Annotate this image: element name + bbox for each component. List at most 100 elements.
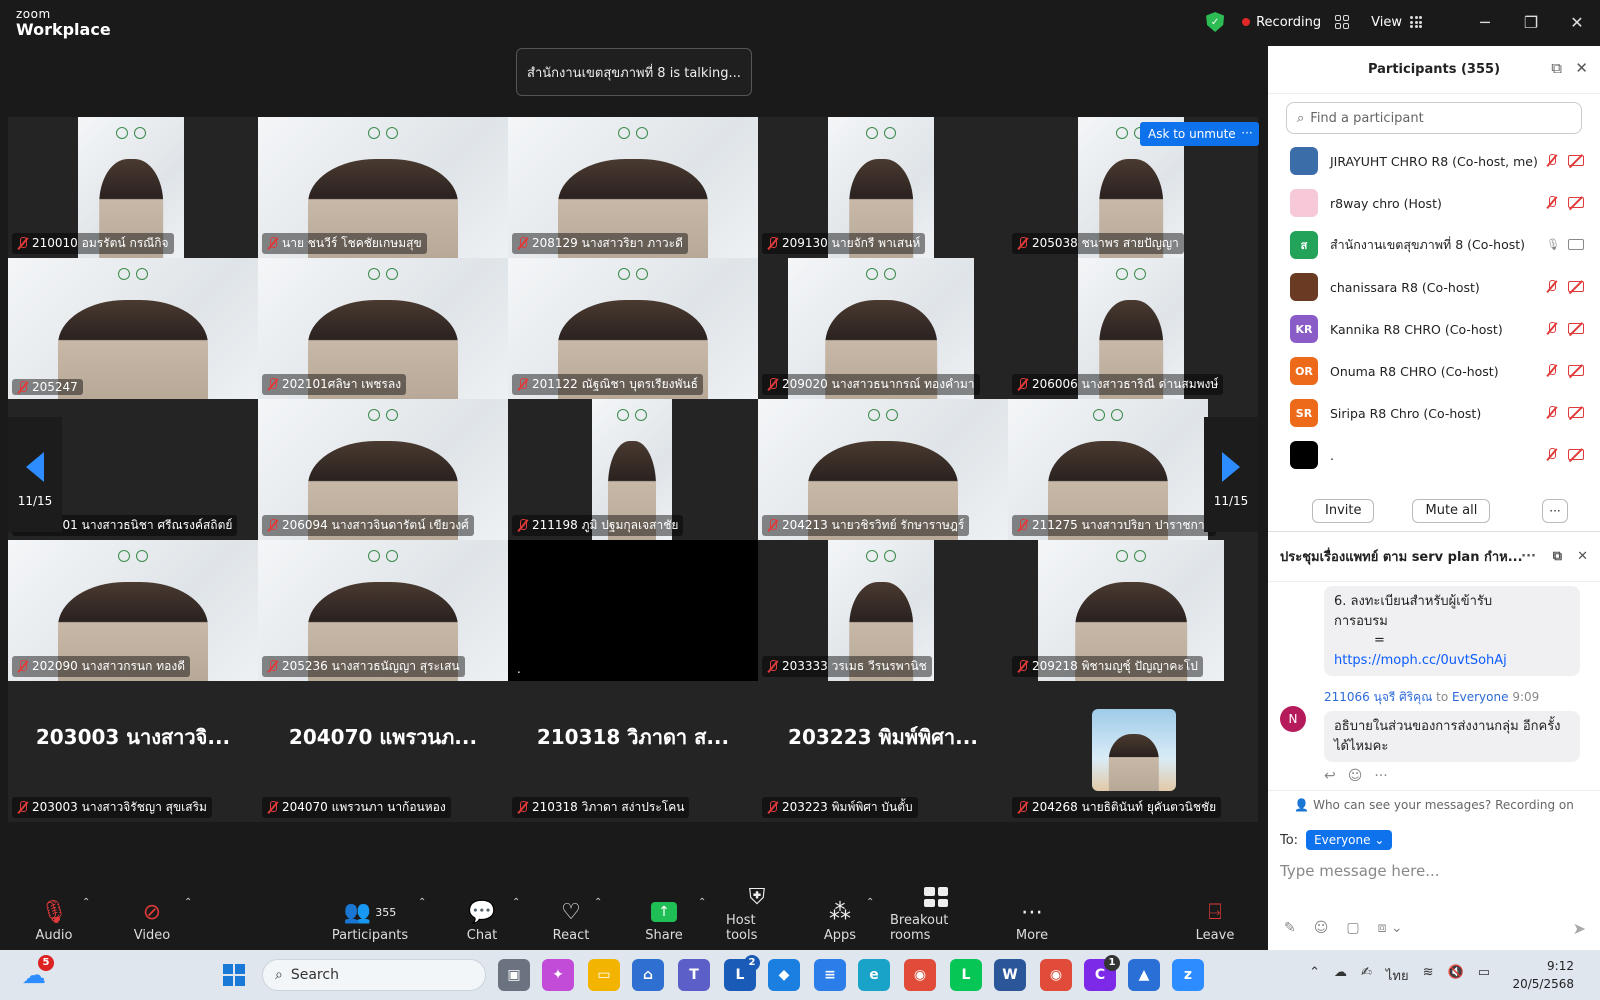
chrome-icon[interactable]: ◉: [904, 959, 936, 991]
camera-off-icon[interactable]: [1568, 449, 1584, 460]
recording-label[interactable]: Recording: [1256, 15, 1321, 30]
chrome-profile-icon[interactable]: ◉: [1040, 959, 1072, 991]
volume-icon[interactable]: 🔇: [1448, 965, 1464, 986]
video-tile[interactable]: 209020 นางสาวธนากรณ์ ทองคำมา: [758, 258, 1008, 399]
registration-link[interactable]: https://moph.cc/0uvtSohAj: [1334, 653, 1507, 668]
battery-icon[interactable]: ▭: [1478, 965, 1490, 986]
camera-on-icon[interactable]: [1568, 239, 1584, 250]
video-tile[interactable]: 209218 พิชามญชุ์ ปัญญาคะโป: [1008, 540, 1258, 681]
mic-muted-icon[interactable]: [1546, 154, 1560, 168]
sender-name[interactable]: 211066 นุจรี ศิริคุณ: [1324, 690, 1432, 704]
close-panel-icon[interactable]: ✕: [1575, 59, 1588, 77]
chat-popout-icon[interactable]: ⧉: [1553, 549, 1562, 564]
message-input[interactable]: Type message here...: [1268, 862, 1600, 902]
view-button[interactable]: View: [1371, 15, 1402, 30]
participants-button[interactable]: 👥 355 Participants: [330, 887, 410, 947]
message-more-icon[interactable]: ···: [1374, 768, 1387, 784]
participant-search-input[interactable]: ⌕ Find a participant: [1286, 102, 1582, 134]
close-window-icon[interactable]: ✕: [1554, 0, 1600, 44]
video-button[interactable]: ⊘ Video: [132, 887, 172, 947]
mic-muted-icon[interactable]: [1546, 406, 1560, 420]
participant-row[interactable]: OR Onuma R8 CHRO (Co-host): [1268, 350, 1600, 392]
ask-to-unmute-button[interactable]: Ask to unmute: [1140, 122, 1244, 146]
camera-off-icon[interactable]: [1568, 407, 1584, 418]
photos-icon[interactable]: ▲: [1128, 959, 1160, 991]
react-caret-icon[interactable]: ⌃: [594, 897, 602, 908]
apps-button[interactable]: ⁂ Apps: [822, 887, 858, 947]
camera-off-icon[interactable]: [1568, 155, 1584, 166]
cloud-off-icon[interactable]: ☁: [1334, 965, 1347, 986]
video-tile[interactable]: 206006 นางสาวธาริณี ด่านสมพงษ์: [1008, 258, 1258, 399]
audio-button[interactable]: 🎙 Audio: [34, 887, 74, 947]
participant-row[interactable]: JIRAYUHT CHRO R8 (Co-host, me): [1268, 140, 1600, 182]
participants-more-icon[interactable]: ···: [1542, 498, 1568, 523]
more-button[interactable]: ⋯ More: [1014, 887, 1050, 947]
participant-row[interactable]: .: [1268, 434, 1600, 476]
video-tile[interactable]: 209130 นายจักรี พาเสนห์: [758, 117, 1008, 258]
video-tile[interactable]: 202101ศลิษา เพชรลง: [258, 258, 508, 399]
video-tile[interactable]: 203333 วรเมธ วีรนรพานิช: [758, 540, 1008, 681]
chat-close-icon[interactable]: ✕: [1577, 549, 1588, 564]
video-tile[interactable]: 203223 พิมพ์พิศา... 203223 พิมพ์พิศา บันต…: [758, 681, 1008, 822]
participant-row[interactable]: KR Kannika R8 CHRO (Co-host): [1268, 308, 1600, 350]
emoji-icon[interactable]: ☺: [1314, 920, 1329, 936]
encryption-shield-icon[interactable]: ✓: [1206, 12, 1225, 32]
react-button[interactable]: ♡ React: [550, 887, 592, 947]
video-tile[interactable]: 204268 นายธิตินันท์ ยุคันตวนิชชัย: [1008, 681, 1258, 822]
tile-more-icon[interactable]: ···: [1235, 122, 1259, 146]
video-tile[interactable]: 206094 นางสาวจินดารัตน์ เขียวงศ์: [258, 399, 508, 540]
camera-off-icon[interactable]: [1568, 197, 1584, 208]
apps-caret-icon[interactable]: ⌃: [866, 897, 874, 908]
video-tile[interactable]: 204070 แพรวนภ... 204070 แพรวนภา นาก้อนหอง: [258, 681, 508, 822]
video-tile[interactable]: 205236 นางสาวธนัญญา สุระเสน: [258, 540, 508, 681]
video-tile[interactable]: 203003 นางสาวจิ... 203003 นางสาวจิรัชญา ส…: [8, 681, 258, 822]
canva-icon[interactable]: C1: [1084, 955, 1120, 991]
mic-on-icon[interactable]: 🎙: [1546, 238, 1560, 252]
restore-icon[interactable]: ❐: [1508, 0, 1554, 44]
taskbar-search[interactable]: ⌕ Search: [262, 959, 486, 991]
pen-icon[interactable]: ✍: [1361, 965, 1372, 986]
host-tools-button[interactable]: ⛨ Host tools: [726, 885, 788, 947]
file-icon[interactable]: ▢: [1346, 920, 1359, 936]
mic-muted-icon[interactable]: [1546, 322, 1560, 336]
mic-muted-icon[interactable]: [1546, 364, 1560, 378]
video-tile[interactable]: 208129 นางสาวริยา ภาวะดี: [508, 117, 758, 258]
start-icon[interactable]: [218, 959, 250, 991]
video-tile[interactable]: 210318 วิภาดา ส... 210318 วิภาดา สง่าประโ…: [508, 681, 758, 822]
participant-row[interactable]: chanissara R8 (Co-host): [1268, 266, 1600, 308]
mute-all-button[interactable]: Mute all: [1412, 498, 1491, 523]
share-caret-icon[interactable]: ⌃: [698, 897, 706, 908]
mic-muted-icon[interactable]: [1546, 196, 1560, 210]
view-grid-icon[interactable]: [1410, 16, 1422, 28]
visibility-notice[interactable]: 👤 Who can see your messages? Recording o…: [1268, 790, 1600, 818]
leave-button[interactable]: ⍈ Leave: [1196, 887, 1235, 947]
mic-muted-icon[interactable]: [1546, 280, 1560, 294]
camera-off-icon[interactable]: [1568, 365, 1584, 376]
file-explorer-icon[interactable]: ▭: [588, 959, 620, 991]
camera-off-icon[interactable]: [1568, 323, 1584, 334]
task-view-icon[interactable]: ▣: [498, 959, 530, 991]
store-icon[interactable]: ⌂: [632, 959, 664, 991]
chat-more-icon[interactable]: ···: [1521, 549, 1536, 564]
share-button[interactable]: ↑ Share: [644, 887, 684, 947]
video-tile[interactable]: 205247: [8, 258, 258, 399]
send-icon[interactable]: ➤: [1573, 919, 1586, 938]
video-tile[interactable]: 211198 ภูมิ ปฐมกุลเจสาชัย: [508, 399, 758, 540]
edge-icon[interactable]: e: [858, 959, 890, 991]
chat-button[interactable]: 💬 Chat: [462, 887, 502, 947]
recipient-select[interactable]: Everyone ⌄: [1306, 830, 1393, 850]
notepad-icon[interactable]: ≡: [814, 959, 846, 991]
video-tile[interactable]: 201122 ณัฐณิชา บุตรเรียงพันธ์: [508, 258, 758, 399]
participants-caret-icon[interactable]: ⌃: [418, 897, 426, 908]
emoji-react-icon[interactable]: ☺: [1348, 768, 1363, 784]
word-icon[interactable]: W: [994, 959, 1026, 991]
video-tile[interactable]: 202090 นางสาวกรนก ทองดี: [8, 540, 258, 681]
audio-caret-icon[interactable]: ⌃: [82, 897, 90, 908]
language-indicator[interactable]: ไทย: [1386, 965, 1409, 986]
weather-icon[interactable]: ☁ 5: [18, 955, 54, 991]
chat-caret-icon[interactable]: ⌃: [512, 897, 520, 908]
video-tile[interactable]: .: [508, 540, 758, 681]
format-icon[interactable]: ✎: [1284, 920, 1296, 936]
mic-muted-icon[interactable]: [1546, 448, 1560, 462]
camera-off-icon[interactable]: [1568, 281, 1584, 292]
